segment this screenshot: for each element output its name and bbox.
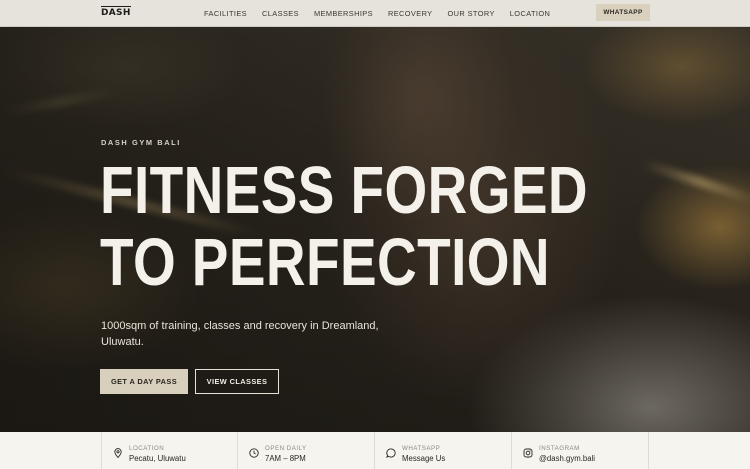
hero-eyebrow: DASH GYM BALI (101, 138, 181, 147)
info-hours: OPEN DAILY 7AM – 8PM (238, 432, 375, 469)
nav-link-our-story[interactable]: OUR STORY (448, 9, 495, 18)
nav-link-facilities[interactable]: FACILITIES (204, 9, 247, 18)
info-instagram-label: INSTAGRAM (539, 445, 580, 452)
hero-headline-line-1: FITNESS FORGED (100, 153, 589, 228)
info-bar: LOCATION Pecatu, Uluwatu OPEN DAILY 7AM … (0, 432, 750, 469)
brand-logo[interactable]: DASH (101, 6, 131, 18)
info-whatsapp-label: WHATSAPP (402, 445, 441, 452)
info-instagram[interactable]: INSTAGRAM @dash.gym.bali (512, 432, 649, 469)
whatsapp-nav-button[interactable]: WHATSAPP (596, 4, 650, 21)
info-whatsapp[interactable]: WHATSAPP Message Us (375, 432, 512, 469)
nav-link-location[interactable]: LOCATION (510, 9, 550, 18)
chat-bubble-icon (386, 448, 396, 458)
hero-section: DASH GYM BALI FITNESS FORGED TO PERFECTI… (0, 27, 750, 432)
info-location-value: Pecatu, Uluwatu (129, 454, 186, 463)
nav-link-classes[interactable]: CLASSES (262, 9, 299, 18)
hero-subtext: 1000sqm of training, classes and recover… (101, 320, 379, 348)
nav-link-memberships[interactable]: MEMBERSHIPS (314, 9, 373, 18)
top-navbar: DASH FACILITIES CLASSES MEMBERSHIPS RECO… (0, 0, 750, 27)
info-hours-label: OPEN DAILY (265, 445, 307, 452)
info-whatsapp-value: Message Us (402, 454, 446, 463)
nav-link-recovery[interactable]: RECOVERY (388, 9, 433, 18)
info-location[interactable]: LOCATION Pecatu, Uluwatu (101, 432, 238, 469)
map-pin-icon (114, 448, 122, 458)
clock-icon (249, 448, 259, 458)
hero-headline-line-2: TO PERFECTION (100, 225, 550, 300)
nav-links: FACILITIES CLASSES MEMBERSHIPS RECOVERY … (204, 0, 565, 27)
instagram-icon (523, 448, 533, 458)
hero-headline: FITNESS FORGED TO PERFECTION (100, 155, 588, 299)
info-location-label: LOCATION (129, 445, 165, 452)
info-hours-value: 7AM – 8PM (265, 454, 306, 463)
view-classes-button[interactable]: VIEW CLASSES (195, 369, 279, 394)
info-instagram-value: @dash.gym.bali (539, 454, 596, 463)
get-day-pass-button[interactable]: GET A DAY PASS (100, 369, 188, 394)
